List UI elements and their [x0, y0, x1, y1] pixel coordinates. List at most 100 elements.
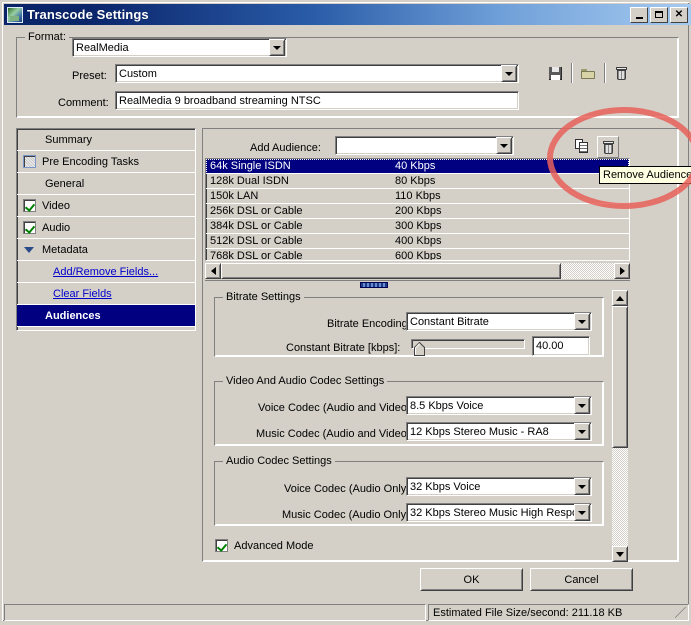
scroll-down-button[interactable]	[612, 546, 628, 562]
a-voice-codec-label: Voice Codec (Audio Only):	[284, 483, 414, 495]
audience-row[interactable]: 512k DSL or Cable 400 Kbps	[206, 234, 629, 249]
bitrate-encoding-label: Bitrate Encoding:	[327, 318, 411, 330]
audience-bitrate: 110 Kbps	[395, 190, 441, 202]
audience-bitrate: 300 Kbps	[395, 220, 442, 232]
hscroll-track[interactable]	[221, 263, 614, 279]
format-combo[interactable]: RealMedia	[72, 38, 287, 57]
sidebar-item-video[interactable]: Video	[17, 195, 195, 217]
comment-input[interactable]: RealMedia 9 broadband streaming NTSC	[115, 91, 519, 110]
sidebar-item-audio[interactable]: Audio	[17, 217, 195, 239]
trash-icon	[602, 140, 614, 154]
audience-row[interactable]: 384k DSL or Cable 300 Kbps	[206, 219, 629, 234]
toolbar-separator	[571, 63, 572, 83]
sidebar-item-label: Summary	[45, 133, 93, 146]
audience-name: 384k DSL or Cable	[210, 220, 303, 232]
title-bar[interactable]: Transcode Settings ✕	[4, 4, 691, 25]
audience-name: 64k Single ISDN	[210, 160, 291, 172]
sidebar-item-summary[interactable]: Summary	[17, 129, 195, 151]
sidebar-item-audiences[interactable]: Audiences	[17, 305, 195, 327]
constant-bitrate-slider-track[interactable]	[411, 339, 525, 349]
chevron-down-icon[interactable]	[574, 478, 590, 495]
chevron-down-icon[interactable]	[574, 313, 590, 330]
resize-grip-icon[interactable]	[675, 607, 687, 619]
sidebar-item-add-remove-fields[interactable]: Add/Remove Fields...	[17, 261, 195, 283]
open-folder-icon	[581, 68, 595, 79]
settings-vscrollbar[interactable]	[612, 290, 628, 562]
audience-name: 512k DSL or Cable	[210, 235, 303, 247]
chevron-down-icon[interactable]	[23, 243, 36, 256]
sidebar-item-metadata[interactable]: Metadata	[17, 239, 195, 261]
hscroll-thumb[interactable]	[221, 263, 561, 279]
va-voice-codec-value: 8.5 Kbps Voice	[410, 399, 484, 412]
add-audience-combo[interactable]	[335, 136, 514, 155]
statusbar-text: Estimated File Size/second: 211.18 KB	[433, 606, 623, 619]
audience-row[interactable]: 128k Dual ISDN 80 Kbps	[206, 174, 629, 189]
constant-bitrate-input[interactable]: 40.00	[532, 336, 590, 356]
audience-list[interactable]: 64k Single ISDN 40 Kbps 128k Dual ISDN 80 K…	[205, 158, 630, 261]
maximize-button[interactable]	[650, 6, 668, 23]
chevron-down-icon[interactable]	[269, 39, 285, 56]
audience-row[interactable]: 768k DSL or Cable 600 Kbps	[206, 249, 629, 261]
sidebar-item-label: General	[45, 177, 85, 190]
va-music-codec-value: 12 Kbps Stereo Music - RA8	[410, 425, 549, 438]
chevron-down-icon[interactable]	[501, 65, 517, 82]
ok-button[interactable]: OK	[420, 568, 523, 591]
preset-combo[interactable]: Custom	[115, 64, 519, 83]
checkbox-pre-encoding-tasks[interactable]	[23, 155, 36, 168]
splitter-grip[interactable]	[360, 282, 388, 288]
format-group-label: Format:	[25, 31, 69, 43]
a-voice-codec-value: 32 Kbps Voice	[410, 480, 481, 493]
a-music-codec-combo[interactable]: 32 Kbps Stereo Music High Response	[406, 503, 592, 522]
audience-row[interactable]: 256k DSL or Cable 200 Kbps	[206, 204, 629, 219]
audience-name: 150k LAN	[210, 190, 259, 202]
transcode-settings-window: Transcode Settings ✕ Format: RealMedia P…	[0, 0, 691, 623]
sidebar-item-label: Audiences	[45, 309, 101, 322]
chevron-down-icon[interactable]	[574, 423, 590, 440]
chevron-down-icon[interactable]	[496, 137, 512, 154]
sidebar-item-post-encoding-tasks[interactable]: Post Encoding Tasks	[17, 327, 195, 330]
scroll-up-button[interactable]	[612, 290, 628, 306]
sidebar-item-pre-encoding-tasks[interactable]: Pre Encoding Tasks	[17, 151, 195, 173]
copy-audience-button[interactable]	[572, 136, 592, 156]
chevron-down-icon[interactable]	[574, 397, 590, 414]
advanced-mode-checkbox[interactable]	[215, 539, 228, 552]
vscroll-thumb[interactable]	[612, 306, 628, 448]
constant-bitrate-slider-thumb[interactable]	[414, 342, 426, 356]
audience-list-hscrollbar[interactable]	[205, 263, 630, 279]
bitrate-encoding-combo[interactable]: Constant Bitrate	[406, 312, 592, 331]
audience-bitrate: 400 Kbps	[395, 235, 442, 247]
sidebar-item-general[interactable]: General	[17, 173, 195, 195]
maximize-icon	[655, 11, 663, 18]
remove-audience-button[interactable]	[597, 136, 619, 158]
minimize-button[interactable]	[630, 6, 648, 23]
va-voice-codec-combo[interactable]: 8.5 Kbps Voice	[406, 396, 592, 415]
scroll-left-button[interactable]	[205, 263, 221, 279]
audience-row[interactable]: 64k Single ISDN 40 Kbps	[206, 159, 629, 174]
sidebar-item-label: Audio	[42, 221, 71, 234]
a-voice-codec-combo[interactable]: 32 Kbps Voice	[406, 477, 592, 496]
vscroll-track[interactable]	[612, 306, 628, 546]
audience-bitrate: 600 Kbps	[395, 250, 442, 261]
open-preset-button[interactable]	[578, 63, 598, 83]
va-music-codec-label: Music Codec (Audio and Video):	[256, 428, 414, 440]
slider-thumb-icon	[414, 342, 426, 356]
delete-preset-button[interactable]	[611, 63, 631, 83]
advanced-mode-row[interactable]: Advanced Mode	[215, 539, 314, 552]
audience-row[interactable]: 150k LAN 110 Kbps	[206, 189, 629, 204]
chevron-down-icon[interactable]	[574, 504, 590, 521]
toolbar-separator	[604, 63, 605, 83]
cancel-button[interactable]: Cancel	[530, 568, 633, 591]
save-preset-button[interactable]	[545, 63, 565, 83]
panel-splitter[interactable]	[205, 280, 630, 288]
delete-icon	[615, 66, 627, 80]
close-button[interactable]: ✕	[670, 6, 688, 23]
settings-tree[interactable]: Summary Pre Encoding Tasks General Video Aud…	[16, 128, 196, 331]
comment-label: Comment:	[58, 97, 109, 109]
checkbox-video[interactable]	[23, 199, 36, 212]
a-music-codec-label: Music Codec (Audio Only):	[282, 509, 413, 521]
va-music-codec-combo[interactable]: 12 Kbps Stereo Music - RA8	[406, 422, 592, 441]
sidebar-item-clear-fields[interactable]: Clear Fields	[17, 283, 195, 305]
statusbar-left-pane	[4, 604, 426, 621]
checkbox-audio[interactable]	[23, 221, 36, 234]
scroll-right-button[interactable]	[614, 263, 630, 279]
